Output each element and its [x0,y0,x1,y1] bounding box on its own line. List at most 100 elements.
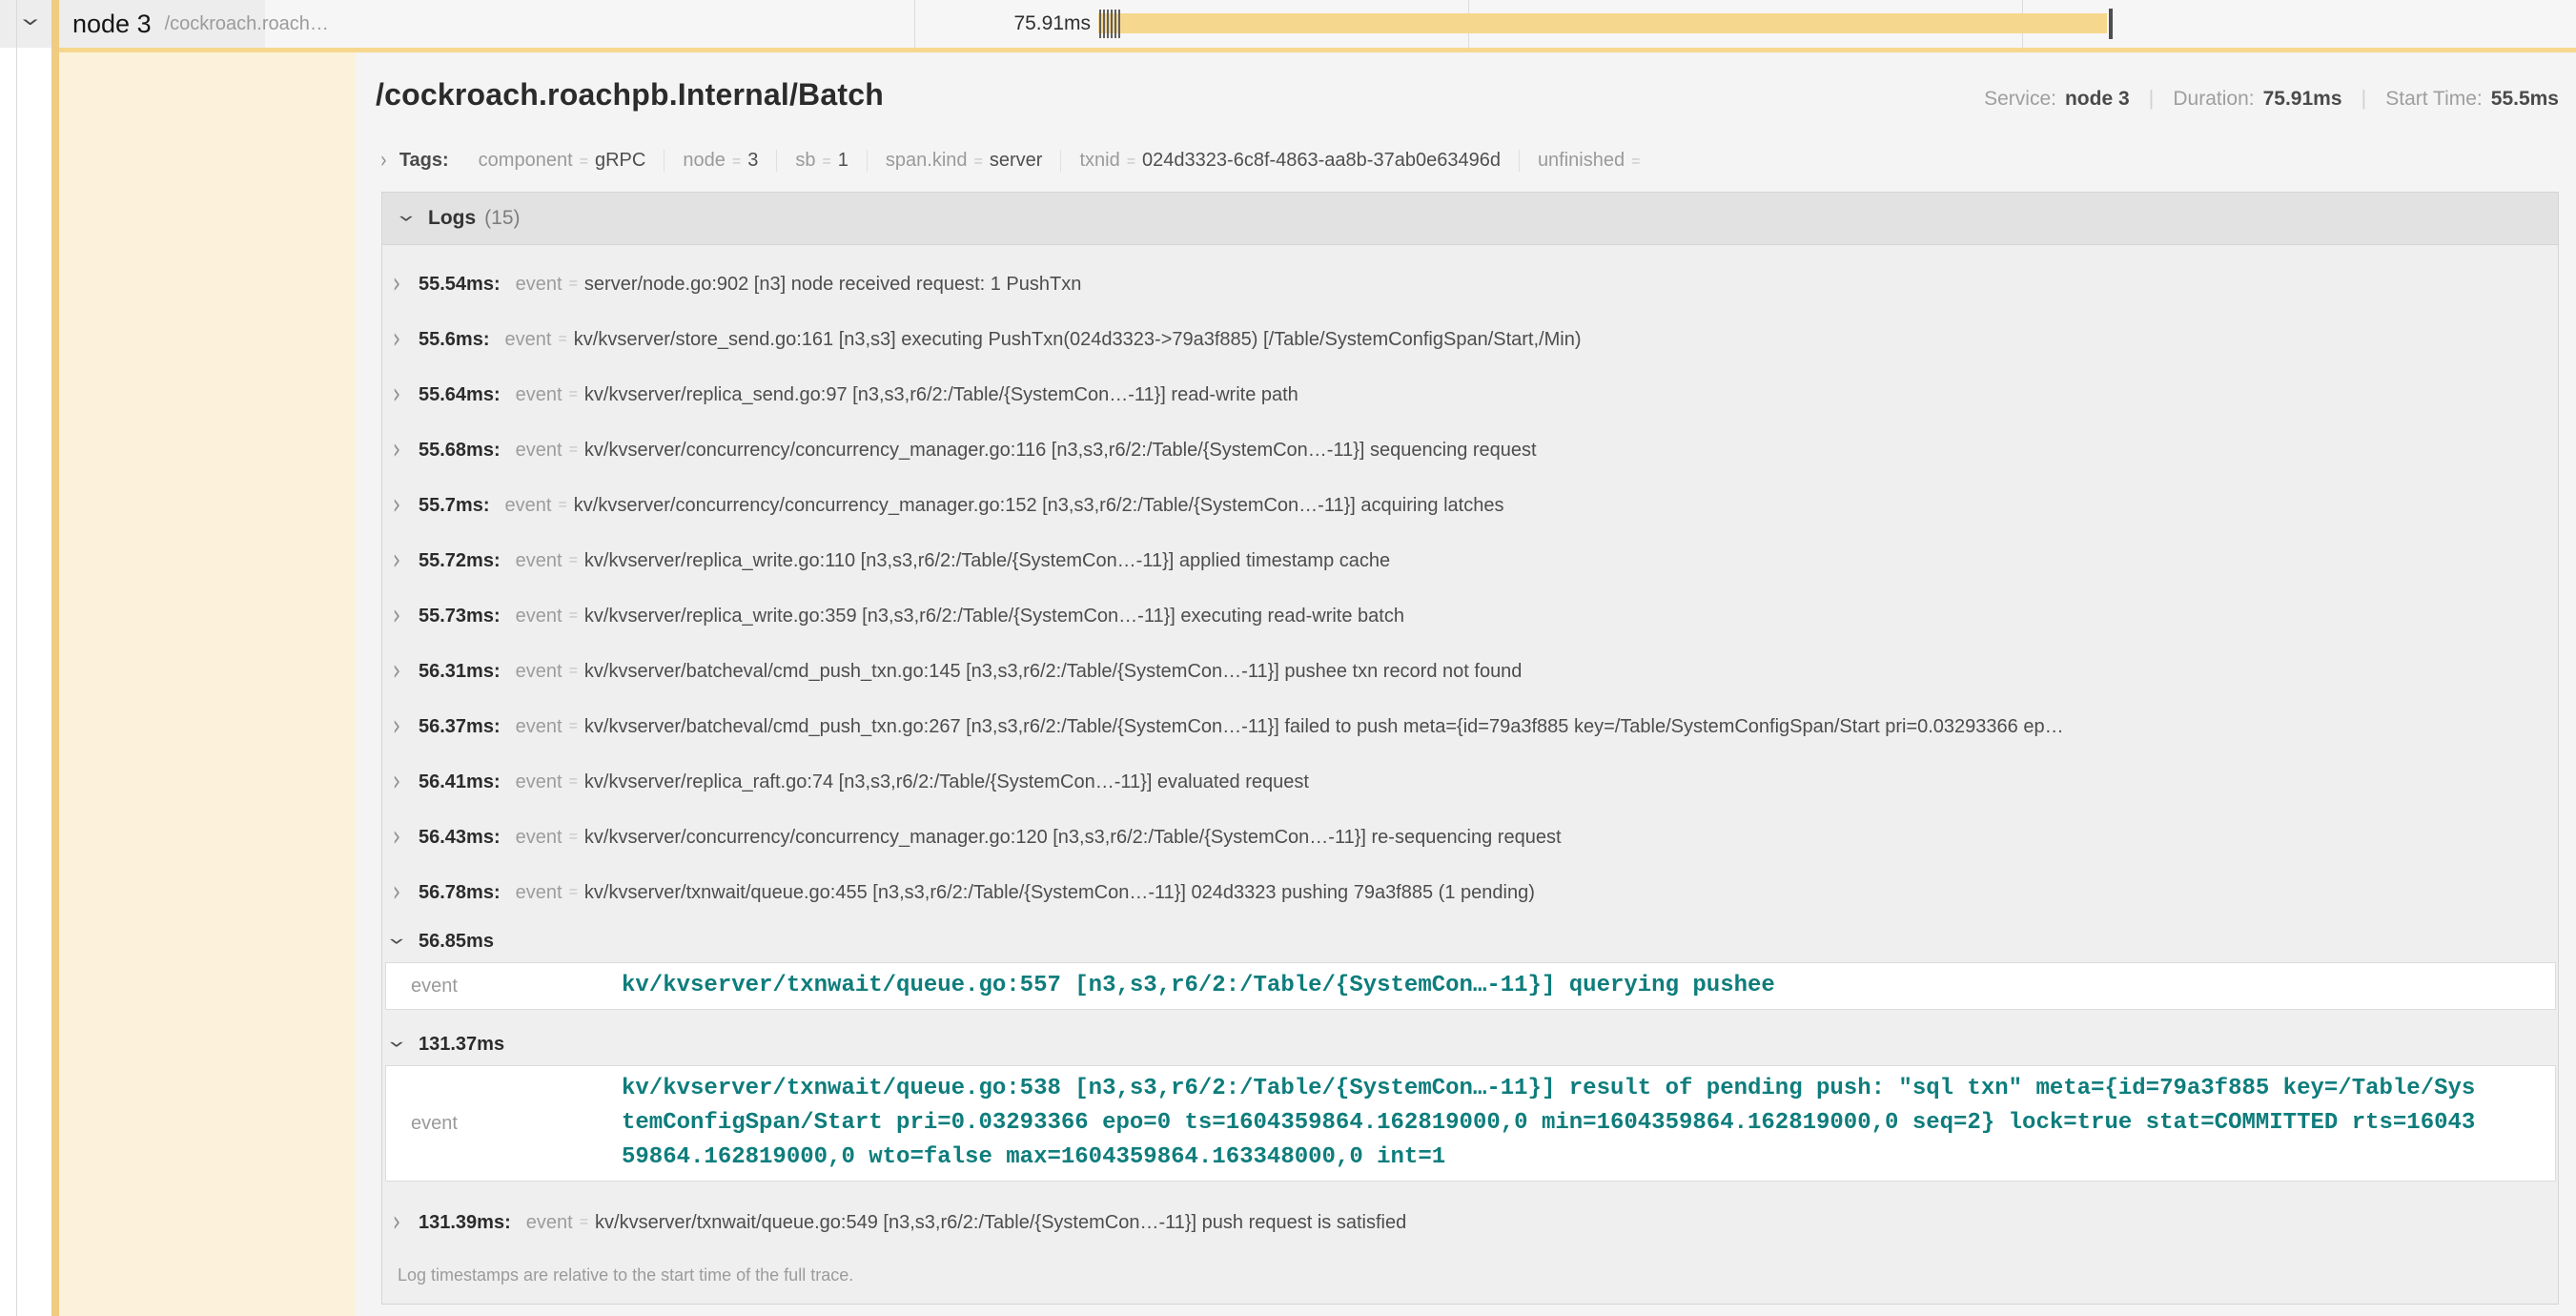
log-row[interactable]: ›56.78ms:event=kv/kvserver/txnwait/queue… [382,865,2558,920]
log-timestamp: 55.64ms: [419,384,501,406]
tags-accordion[interactable]: › Tags: component=gRPCnode=3sb=1span.kin… [379,150,1665,172]
log-field-key: event [505,329,552,351]
log-row[interactable]: ›55.54ms:event=server/node.go:902 [n3] n… [382,257,2558,312]
equals-sign: = [569,773,578,791]
trace-timeline-row: › node 3 /cockroach.roach… 75.91ms [0,0,2576,48]
log-field-key: event [516,716,562,738]
equals-sign: = [569,552,578,569]
span-operation-title: /cockroach.roachpb.Internal/Batch [376,77,884,113]
tag-item: unfinished = [1519,150,1666,172]
log-row[interactable]: › 55.68ms: event = kv/kvserver/concurrency/c… [382,422,2558,478]
tag-item: span.kind=server [867,150,1061,172]
chevron-right-icon: › [390,823,403,852]
log-timestamp: 56.78ms: [419,882,501,904]
logs-header[interactable]: › Logs (15) [382,193,2558,245]
logs-accordion: › Logs (15) ›55.54ms:event=server/node.g… [381,192,2559,1305]
tag-key: unfinished [1538,150,1625,171]
log-row[interactable]: ›131.39ms:event=kv/kvserver/txnwait/queu… [382,1195,2558,1250]
equals-sign: = [569,829,578,846]
duration-value: 75.91ms [2263,88,2342,111]
equals-sign: = [732,154,741,170]
log-message: kv/kvserver/concurrency/concurrency_mana… [584,440,1537,462]
equals-sign: = [569,884,578,901]
equals-sign: = [1631,154,1640,170]
span-service-name: node 3 [72,10,152,39]
log-marker-tick [1118,10,1120,38]
span-detail-panel: /cockroach.roachpb.Internal/Batch Servic… [357,52,2576,1316]
logs-count: (15) [484,207,520,230]
log-message: kv/kvserver/replica_raft.go:74 [n3,s3,r6… [584,771,1309,793]
log-message: kv/kvserver/batcheval/cmd_push_txn.go:26… [584,716,2064,738]
log-marker-tick [1107,10,1109,38]
left-margin [0,48,51,1316]
log-row-expanded-header[interactable]: ›131.37ms [382,1023,2558,1065]
tag-key: sb [795,150,815,171]
log-fields-card: eventkv/kvserver/txnwait/queue.go:557 [n… [385,962,2556,1010]
log-row[interactable]: ›56.41ms:event=kv/kvserver/replica_raft.… [382,754,2558,810]
log-row[interactable]: ›55.73ms:event=kv/kvserver/replica_write… [382,588,2558,644]
log-row[interactable]: ›56.43ms:event=kv/kvserver/concurrency/c… [382,810,2558,865]
log-marker-tick [1111,10,1113,38]
equals-sign: = [569,386,578,403]
span-duration-bar[interactable] [1098,13,2107,33]
log-timestamp: 55.72ms: [419,550,501,572]
equals-sign: = [569,607,578,625]
log-message: kv/kvserver/txnwait/queue.go:455 [n3,s3,… [584,882,1535,904]
equals-sign: = [569,663,578,680]
start-time-label: Start Time: [2385,88,2483,111]
log-timestamp: 55.54ms: [419,274,501,296]
log-message: kv/kvserver/txnwait/queue.go:549 [n3,s3,… [595,1212,1406,1234]
span-name-column-highlight [59,52,356,1316]
log-row[interactable]: ›55.72ms:event=kv/kvserver/replica_write… [382,533,2558,588]
log-row[interactable]: ›56.31ms:event=kv/kvserver/batcheval/cmd… [382,644,2558,699]
log-timestamp: 131.39ms: [419,1212,511,1234]
chevron-right-icon: › [390,491,403,520]
log-row[interactable]: ›55.6ms:event=kv/kvserver/store_send.go:… [382,312,2558,367]
meta-separator: | [2149,86,2155,111]
chevron-right-icon: › [390,712,403,741]
log-field-key: event [505,495,552,517]
span-color-stripe [51,0,59,1316]
chevron-right-icon: › [390,768,403,796]
chevron-right-icon: › [390,436,403,464]
log-row[interactable]: ›55.64ms:event=kv/kvserver/replica_send.… [382,367,2558,422]
log-marker-tick [1114,10,1116,38]
log-field-key: event [516,771,562,793]
meta-separator: | [2361,86,2367,111]
equals-sign: = [974,154,983,170]
log-field-key: event [516,440,562,462]
log-message: kv/kvserver/concurrency/concurrency_mana… [574,495,1504,517]
log-field-key: event [411,976,622,997]
log-message: kv/kvserver/concurrency/concurrency_mana… [584,827,1562,849]
service-value: node 3 [2065,88,2130,111]
log-message: kv/kvserver/replica_write.go:110 [n3,s3,… [584,550,1390,572]
tag-value: server [990,150,1043,171]
detail-title-row: /cockroach.roachpb.Internal/Batch Servic… [376,77,2559,113]
log-field-value: kv/kvserver/txnwait/queue.go:538 [n3,s3,… [622,1072,2479,1175]
log-message: kv/kvserver/replica_send.go:97 [n3,s3,r6… [584,384,1298,406]
span-name-cell[interactable]: node 3 /cockroach.roach… [72,0,329,48]
tag-value: gRPC [595,150,645,171]
log-row-expanded-header[interactable]: ›56.85ms [382,920,2558,962]
tag-item: component=gRPC [460,150,664,172]
chevron-right-icon: › [390,546,403,575]
log-timestamp: 55.68ms: [419,440,501,462]
log-message: kv/kvserver/replica_write.go:359 [n3,s3,… [584,606,1404,627]
equals-sign: = [569,442,578,459]
collapse-span-children-icon[interactable]: › [14,17,48,27]
span-operation-name: /cockroach.roach… [165,13,329,35]
log-timestamp: 55.73ms: [419,606,501,627]
tag-item: txnid=024d3323-6c8f-4863-aa8b-37ab0e6349… [1060,150,1518,172]
equals-sign: = [580,1214,588,1231]
chevron-right-icon: › [390,325,403,354]
log-row[interactable]: ›56.37ms:event=kv/kvserver/batcheval/cmd… [382,699,2558,754]
log-timestamp: 56.85ms [419,931,494,953]
log-marker-tick [1103,10,1105,38]
log-field-key: event [516,827,562,849]
log-field-key: event [411,1113,622,1135]
log-timestamp: 55.7ms: [419,495,490,517]
logs-footer-note: Log timestamps are relative to the start… [398,1265,2558,1285]
log-marker-tick [1099,10,1101,38]
span-meta: Service:node 3 | Duration:75.91ms | Star… [1984,86,2559,111]
log-row[interactable]: ›55.7ms:event=kv/kvserver/concurrency/co… [382,478,2558,533]
